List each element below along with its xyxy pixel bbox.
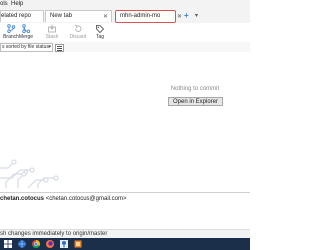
sourcetree-icon[interactable] [59,239,69,249]
tag-button[interactable]: Tag [89,24,111,41]
chevron-down-icon[interactable]: ▾ [195,12,198,19]
close-icon[interactable]: ✕ [177,13,182,20]
stash-icon [48,24,56,33]
merge-button[interactable]: Merge [15,24,37,41]
file-sort-value: s sorted by file status [2,44,49,50]
tab-strip: elated repo New tab ✕ mhn-admin-mo ✕ + ▾ [0,9,250,24]
toolbar: Branch Merge Stash Discard Tag [0,23,250,43]
tag-icon [96,25,105,33]
commit-author: chetan.cotocus <chetan.cotocus@gmail.com… [0,196,127,202]
os-taskbar [0,238,250,250]
chrome-icon[interactable] [31,239,41,249]
discard-icon [74,24,82,32]
globe-icon[interactable] [17,239,27,249]
file-sort-select[interactable]: s sorted by file status ▾ [0,43,53,52]
tab-label: elated repo [1,13,32,19]
menu-item-help[interactable]: Help [11,1,23,7]
tab-related-repo[interactable]: elated repo [0,10,44,22]
tab-mhn-admin-mo[interactable]: mhn-admin-mo [115,10,176,23]
discard-button[interactable]: Discard [67,24,89,41]
merge-icon [22,24,31,33]
stash-button[interactable]: Stash [41,24,63,41]
author-email: <chetan.cotocus@gmail.com> [45,196,127,202]
menu-item-tools[interactable]: ols [0,1,8,7]
nothing-to-commit-message: Nothing to commit [170,86,220,92]
list-options-icon[interactable] [55,44,64,52]
author-username: chetan.cotocus [0,196,45,202]
tag-label: Tag [95,34,105,40]
discard-label: Discard [69,34,87,40]
commit-message-input[interactable] [0,205,250,229]
tab-label: New tab [50,13,73,19]
app-icon[interactable] [73,239,83,249]
circuit-watermark-icon [0,159,59,188]
push-immediately-label[interactable]: sh changes immediately to origin/master [0,231,107,237]
tab-new-tab[interactable]: New tab ✕ [45,10,112,22]
windows-icon[interactable] [3,239,13,249]
merge-label: Merge [18,34,34,40]
commit-author-bar: chetan.cotocus <chetan.cotocus@gmail.com… [0,192,250,206]
file-status-panel: Nothing to commit Open in Explorer [0,52,250,192]
add-tab-icon[interactable]: + [184,11,189,20]
tab-label: mhn-admin-mo [120,13,161,19]
stash-label: Stash [45,34,59,40]
open-in-explorer-button[interactable]: Open in Explorer [168,97,223,106]
menu-bar: ols Help [0,0,250,9]
firefox-icon[interactable] [45,239,55,249]
close-icon[interactable]: ✕ [103,13,108,20]
chevron-down-icon: ▾ [48,44,51,50]
